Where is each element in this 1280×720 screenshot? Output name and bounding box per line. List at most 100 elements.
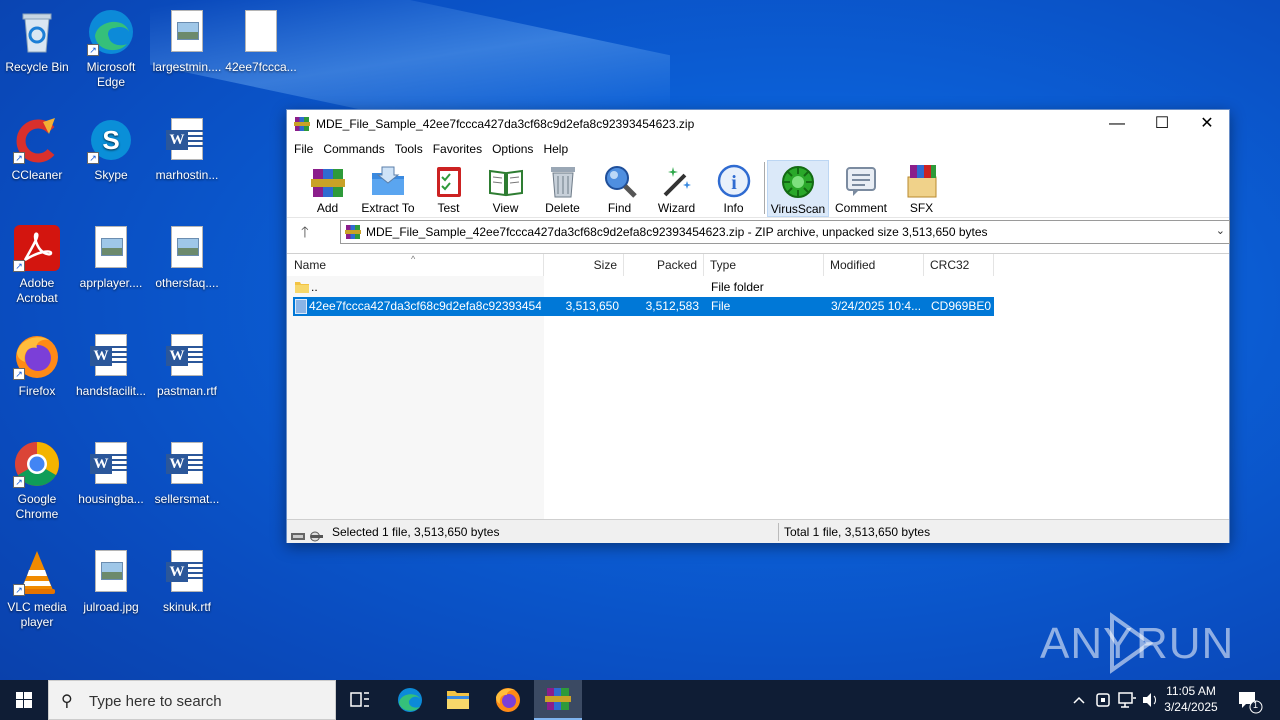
column-header-packed[interactable]: Packed [624,254,704,276]
word-document-icon: W [87,440,135,488]
column-header-crc32[interactable]: CRC32 [924,254,994,276]
tray-volume-icon[interactable] [1140,680,1160,720]
add-button[interactable]: Add [299,160,356,217]
file-crc32: CD969BE0 [931,299,992,313]
status-separator [778,523,779,541]
winrar-icon [294,116,310,132]
taskbar-edge[interactable] [386,680,434,720]
find-button[interactable]: Find [591,160,648,217]
firefox-icon: ↗ [13,332,61,380]
drive-status-icon [291,526,325,542]
column-header-name[interactable]: Name ^ [287,254,544,276]
folder-icon [447,691,469,709]
table-row-selected[interactable]: 42ee7fccca427da3cf68c9d2efa8c92393454...… [293,297,994,316]
menu-tools[interactable]: Tools [390,142,428,156]
taskbar-clock[interactable]: 11:05 AM 3/24/2025 [1160,683,1222,715]
taskbar-search-box[interactable]: ⚲ Type here to search [48,680,336,720]
start-button[interactable] [0,680,48,720]
virus-scan-icon [780,164,816,200]
menu-help[interactable]: Help [538,142,573,156]
chevron-down-icon[interactable]: ⌄ [1216,224,1225,237]
window-title: MDE_File_Sample_42ee7fccca427da3cf68c9d2… [316,117,695,131]
extract-to-button[interactable]: Extract To [356,160,420,217]
desktop-icon-marhostin[interactable]: W marhostin... [150,116,224,183]
info-icon: i [716,163,752,199]
desktop-icon-firefox[interactable]: ↗ Firefox [0,332,74,399]
info-button[interactable]: i Info [705,160,762,217]
desktop-icon-ccleaner[interactable]: ↗ CCleaner [0,116,74,183]
magnifier-icon [602,163,638,199]
wizard-button[interactable]: Wizard [648,160,705,217]
desktop-icon-edge[interactable]: ↗ Microsoft Edge [74,8,148,90]
notification-center-button[interactable]: 1 [1234,680,1264,720]
status-total: Total 1 file, 3,513,650 bytes [784,525,931,539]
shortcut-arrow-icon: ↗ [13,584,25,596]
menu-commands[interactable]: Commands [318,142,389,156]
notification-count: 1 [1253,700,1259,710]
desktop-icon-recycle-bin[interactable]: Recycle Bin [0,8,74,75]
comment-button[interactable]: Comment [829,160,893,217]
chrome-icon: ↗ [13,440,61,488]
delete-button[interactable]: Delete [534,160,591,217]
test-clipboard-icon [431,163,467,199]
file-list: Name ^ Size Packed Type Modified CRC32 .… [287,253,1229,520]
folder-icon [295,280,309,294]
menu-file[interactable]: File [289,142,318,156]
desktop-icon-label: Skype [94,168,128,182]
extract-folder-icon [370,163,406,199]
archive-path-dropdown[interactable]: MDE_File_Sample_42ee7fccca427da3cf68c9d2… [340,220,1230,244]
winrar-archive-icon [345,224,361,240]
desktop-icon-othersfaq[interactable]: othersfaq.... [150,224,224,291]
desktop-icon-pastman[interactable]: W pastman.rtf [150,332,224,399]
desktop-icon-housingba[interactable]: W housingba... [74,440,148,507]
title-bar[interactable]: MDE_File_Sample_42ee7fccca427da3cf68c9d2… [287,110,1229,138]
desktop-icon-google-chrome[interactable]: ↗ Google Chrome [0,440,74,522]
desktop-icon-adobe-acrobat[interactable]: ↗ Adobe Acrobat [0,224,74,306]
view-book-icon [488,163,524,199]
sfx-box-icon [904,163,940,199]
trash-bin-icon [545,163,581,199]
view-button[interactable]: View [477,160,534,217]
desktop-icon-label: handsfacilit... [75,384,147,398]
desktop-icon-largestmin[interactable]: largestmin.... [150,8,224,75]
desktop-icon-vlc[interactable]: ↗ VLC media player [0,548,74,630]
minimize-button[interactable]: — [1094,110,1140,138]
desktop-icon-skinuk[interactable]: W skinuk.rtf [150,548,224,615]
tray-device-icon[interactable] [1093,680,1113,720]
desktop-icon-label: Recycle Bin [5,60,69,74]
maximize-button[interactable]: ☐ [1139,110,1185,138]
taskbar-winrar[interactable] [534,680,582,720]
svg-text:S: S [102,125,119,155]
volume-icon [1143,693,1156,707]
show-hidden-icons-button[interactable] [1070,680,1088,720]
desktop-icon-handsfacilit[interactable]: W handsfacilit... [74,332,148,399]
task-view-button[interactable] [336,680,384,720]
taskbar-file-explorer[interactable] [434,680,482,720]
desktop-icon-42ee7fccca[interactable]: 42ee7fccca... [224,8,298,75]
desktop-icon-skype[interactable]: S ↗ Skype [74,116,148,183]
anyrun-watermark: ANY RUN [1040,612,1233,685]
sfx-button[interactable]: SFX [893,160,950,217]
menu-favorites[interactable]: Favorites [428,142,487,156]
search-icon: ⚲ [61,693,73,710]
table-row[interactable]: .. File folder [293,278,994,297]
blank-file-icon [237,8,285,56]
winrar-icon [545,688,571,710]
winrar-window: MDE_File_Sample_42ee7fccca427da3cf68c9d2… [286,109,1230,543]
taskbar-firefox[interactable] [484,680,532,720]
tray-network-icon[interactable] [1116,680,1138,720]
close-button[interactable]: ✕ [1184,110,1230,138]
column-header-type[interactable]: Type [704,254,824,276]
shortcut-arrow-icon: ↗ [13,260,25,272]
up-folder-icon[interactable]: 🡑 [301,222,309,247]
desktop-icon-julroad[interactable]: julroad.jpg [74,548,148,615]
column-header-size[interactable]: Size [544,254,624,276]
test-button[interactable]: Test [420,160,477,217]
recycle-bin-icon [13,8,61,56]
virusscan-button[interactable]: VirusScan [767,160,829,217]
menu-options[interactable]: Options [487,142,538,156]
magic-wand-icon [659,163,695,199]
column-header-modified[interactable]: Modified [824,254,924,276]
desktop-icon-aprplayer[interactable]: aprplayer.... [74,224,148,291]
desktop-icon-sellersmat[interactable]: W sellersmat... [150,440,224,507]
